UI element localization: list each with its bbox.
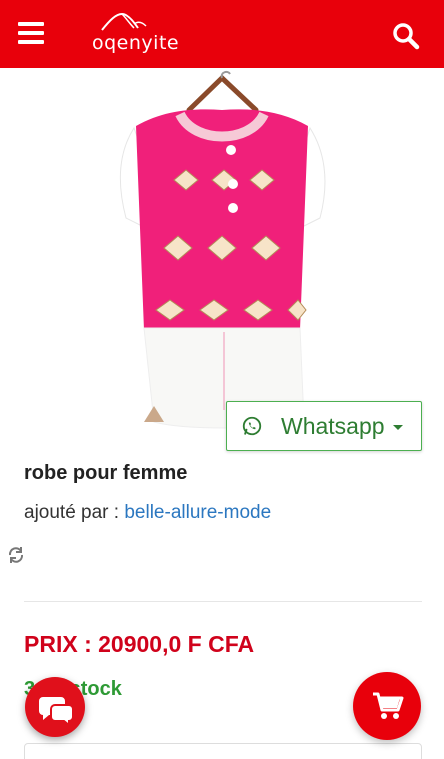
chat-button[interactable] [25, 677, 85, 737]
logo-mountain-icon [101, 12, 147, 31]
chat-bubbles-icon [39, 697, 74, 728]
product-price: PRIX : 20900,0 F CFA [24, 631, 255, 657]
cart-button[interactable] [353, 672, 421, 740]
product-title: robe pour femme [24, 462, 188, 484]
shopping-cart-icon [373, 692, 404, 719]
quantity-box[interactable] [24, 743, 422, 759]
whatsapp-label: Whatsapp [281, 412, 385, 439]
divider [24, 601, 422, 602]
whatsapp-icon [242, 416, 262, 436]
search-icon[interactable] [392, 22, 420, 50]
site-logo[interactable]: oqenyite [90, 10, 180, 58]
hamburger-menu-icon[interactable] [18, 22, 44, 44]
top-app-bar: oqenyite [0, 0, 444, 68]
caret-down-icon [392, 425, 403, 430]
product-image[interactable] [24, 70, 420, 448]
refresh-icon[interactable] [6, 546, 26, 564]
seller-link[interactable]: belle-allure-mode [124, 502, 271, 523]
added-by-line: ajouté par : belle-allure-mode [24, 502, 271, 524]
added-by-label: ajouté par : [24, 502, 120, 523]
logo-text: oqenyite [92, 32, 180, 54]
whatsapp-button[interactable]: Whatsapp [226, 401, 422, 451]
